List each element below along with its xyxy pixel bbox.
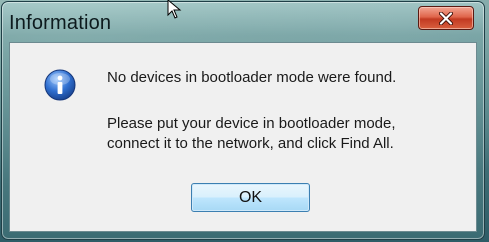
message-line-2: Please put your device in bootloader mod… (107, 115, 396, 132)
window-title: Information (9, 12, 112, 34)
message-line-1: No devices in bootloader mode were found… (107, 69, 397, 86)
info-icon (44, 69, 76, 101)
mouse-cursor-icon (167, 0, 182, 19)
message-line-3: connect it to the network, and click Fin… (107, 135, 394, 152)
information-dialog: Information No devices in bootloader mod… (1, 1, 485, 240)
close-icon (439, 11, 453, 25)
ok-button[interactable]: OK (191, 183, 310, 212)
close-button[interactable] (418, 6, 474, 30)
dialog-body: No devices in bootloader mode were found… (9, 42, 477, 232)
